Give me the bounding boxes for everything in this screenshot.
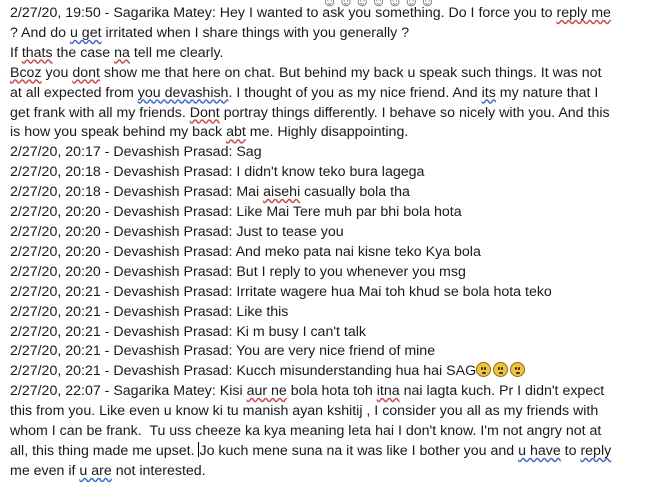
neutral-face-emoji-icon [493,362,509,378]
message-line: 2/27/20, 20:21 - Devashish Prasad: You a… [10,343,436,360]
message-line: 2/27/20, 20:18 - Devashish Prasad: Mai a… [10,184,410,201]
message-line: 2/27/20, 20:21 - Devashish Prasad: Like … [10,303,289,320]
message-line: 2/27/20, 20:18 - Devashish Prasad: I did… [10,164,425,181]
message-line: 2/27/20, 20:21 - Devashish Prasad: Ki m … [10,323,367,340]
message-sagarika-1950: 2/27/20, 19:50 - Sagarika Matey: Hey I w… [10,5,611,141]
message-sagarika-2207: 2/27/20, 22:07 - Sagarika Matey: Kisi au… [10,383,612,479]
message-line: 2/27/20, 20:17 - Devashish Prasad: Sag [10,144,262,161]
message-line-with-emoji: 2/27/20, 20:21 - Devashish Prasad: Kucch… [10,362,660,382]
message-line: 2/27/20, 20:20 - Devashish Prasad: And m… [10,243,481,260]
message-line: 2/27/20, 20:20 - Devashish Prasad: Like … [10,204,462,221]
message-line: 2/27/20, 20:20 - Devashish Prasad: But I… [10,263,466,280]
chat-text-body: 2/27/20, 19:50 - Sagarika Matey: Hey I w… [10,4,660,482]
chat-export-document: ☺☺☺☺☺☺☺ 2/27/20, 19:50 - Sagarika Matey:… [0,0,672,500]
neutral-face-emoji-icon [510,362,526,378]
message-line: 2/27/20, 20:20 - Devashish Prasad: Just … [10,223,344,240]
message-line: 2/27/20, 20:21 - Devashish Prasad: Irrit… [10,283,552,300]
neutral-face-emoji-icon [476,362,492,378]
